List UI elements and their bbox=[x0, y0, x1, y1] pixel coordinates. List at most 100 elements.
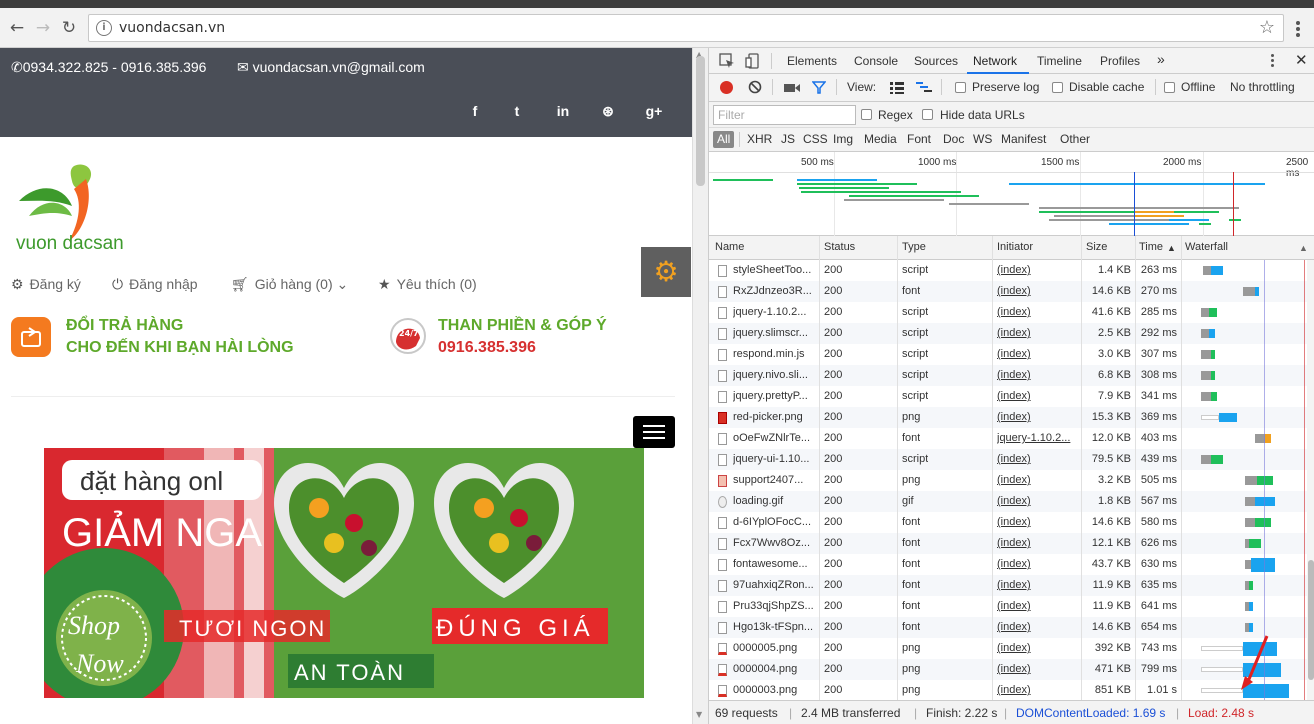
request-name[interactable]: styleSheetToo... bbox=[733, 264, 817, 276]
google-plus-icon[interactable]: g+ bbox=[644, 103, 664, 119]
table-row[interactable]: support2407... 200 png (index) 3.2 KB 505 ms bbox=[709, 470, 1309, 491]
request-name[interactable]: fontawesome... bbox=[733, 558, 817, 570]
table-row[interactable]: 0000005.png 200 png (index) 392 KB 743 ms bbox=[709, 638, 1309, 659]
filter-input[interactable]: Filter bbox=[713, 105, 856, 125]
large-rows-icon[interactable] bbox=[890, 82, 904, 94]
bookmark-star-icon[interactable]: ☆ bbox=[1259, 17, 1275, 38]
request-initiator[interactable]: (index) bbox=[997, 411, 1077, 423]
device-mode-icon[interactable] bbox=[745, 53, 761, 69]
table-row[interactable]: loading.gif 200 gif (index) 1.8 KB 567 ms bbox=[709, 491, 1309, 512]
tab-network[interactable]: Network bbox=[973, 54, 1017, 68]
request-name[interactable]: 0000003.png bbox=[733, 684, 817, 696]
info-icon[interactable]: i bbox=[96, 20, 112, 36]
scroll-down-icon[interactable]: ▼ bbox=[696, 710, 702, 719]
back-icon[interactable]: ← bbox=[6, 17, 28, 39]
request-name[interactable]: red-picker.png bbox=[733, 411, 817, 423]
request-initiator[interactable]: (index) bbox=[997, 390, 1077, 402]
hide-data-urls-label[interactable]: Hide data URLs bbox=[940, 108, 1025, 122]
request-initiator[interactable]: (index) bbox=[997, 642, 1077, 654]
request-name[interactable]: RxZJdnzeo3R... bbox=[733, 285, 817, 297]
request-initiator[interactable]: (index) bbox=[997, 621, 1077, 633]
filter-type-manifest[interactable]: Manifest bbox=[1001, 132, 1046, 146]
request-name[interactable]: 0000004.png bbox=[733, 663, 817, 675]
request-name[interactable]: jquery-ui-1.10... bbox=[733, 453, 817, 465]
request-name[interactable]: 97uahxiqZRon... bbox=[733, 579, 817, 591]
tab-profiles[interactable]: Profiles bbox=[1100, 54, 1140, 68]
request-initiator[interactable]: (index) bbox=[997, 453, 1077, 465]
table-row[interactable]: RxZJdnzeo3R... 200 font (index) 14.6 KB 270 m… bbox=[709, 281, 1309, 302]
browser-menu-icon[interactable] bbox=[1291, 20, 1305, 38]
filter-type-other[interactable]: Other bbox=[1060, 132, 1090, 146]
table-row[interactable]: red-picker.png 200 png (index) 15.3 KB 369 ms bbox=[709, 407, 1309, 428]
nav-cart[interactable]: 🛒︎ Giỏ hàng (0) ⌄ bbox=[231, 276, 348, 293]
overview-waterfall-icon[interactable] bbox=[916, 82, 932, 94]
nav-login[interactable]: ⏻ Đăng nhập bbox=[112, 276, 198, 293]
settings-gear-icon[interactable]: ⚙ bbox=[641, 247, 691, 297]
request-initiator[interactable]: (index) bbox=[997, 558, 1077, 570]
record-icon[interactable] bbox=[720, 81, 733, 94]
table-row[interactable]: fontawesome... 200 font (index) 43.7 KB 630 m… bbox=[709, 554, 1309, 575]
address-bar[interactable]: i vuondacsan.vn ☆ bbox=[88, 14, 1284, 42]
request-name[interactable]: 0000005.png bbox=[733, 642, 817, 654]
request-initiator[interactable]: (index) bbox=[997, 495, 1077, 507]
request-name[interactable]: jquery-1.10.2... bbox=[733, 306, 817, 318]
tab-sources[interactable]: Sources bbox=[914, 54, 958, 68]
header-email[interactable]: ✉ vuondacsan.vn@gmail.com bbox=[237, 59, 425, 76]
network-overview[interactable]: 500 ms 1000 ms 1500 ms 2000 ms 2500 ms bbox=[709, 152, 1314, 236]
request-name[interactable]: Pru33qjShpZS... bbox=[733, 600, 817, 612]
nav-wishlist[interactable]: ★ Yêu thích (0) bbox=[378, 276, 477, 293]
table-row[interactable]: respond.min.js 200 script (index) 3.0 KB 307 … bbox=[709, 344, 1309, 365]
col-initiator[interactable]: Initiator bbox=[997, 241, 1033, 253]
throttling-select[interactable]: No throttling bbox=[1230, 80, 1295, 94]
table-row[interactable]: jquery-1.10.2... 200 script (index) 41.6 KB 2… bbox=[709, 302, 1309, 323]
logo-leaf-icon[interactable] bbox=[14, 161, 104, 243]
table-row[interactable]: 0000004.png 200 png (index) 471 KB 799 ms bbox=[709, 659, 1309, 680]
filter-type-media[interactable]: Media bbox=[864, 132, 897, 146]
capture-screenshots-icon[interactable] bbox=[784, 82, 800, 94]
dribbble-icon[interactable]: ⊛ bbox=[598, 103, 618, 120]
request-initiator[interactable]: (index) bbox=[997, 516, 1077, 528]
filter-type-font[interactable]: Font bbox=[907, 132, 931, 146]
promo-banner[interactable]: đặt hàng onl GIẢM NGA Shop Now TƯƠI NGON… bbox=[44, 448, 644, 698]
offline-label[interactable]: Offline bbox=[1181, 80, 1215, 94]
request-initiator[interactable]: (index) bbox=[997, 579, 1077, 591]
col-size[interactable]: Size bbox=[1086, 241, 1107, 253]
request-name[interactable]: support2407... bbox=[733, 474, 817, 486]
logo-text[interactable]: vuon dacsan bbox=[16, 233, 124, 255]
table-row[interactable]: jquery.nivo.sli... 200 script (index) 6.8 KB… bbox=[709, 365, 1309, 386]
filter-type-js[interactable]: JS bbox=[781, 132, 795, 146]
regex-checkbox[interactable] bbox=[861, 109, 872, 120]
request-name[interactable]: jquery.nivo.sli... bbox=[733, 369, 817, 381]
requests-scrollbar-thumb[interactable] bbox=[1308, 560, 1314, 680]
request-name[interactable]: Fcx7Wwv8Oz... bbox=[733, 537, 817, 549]
nav-register[interactable]: ⚙ Đăng ký bbox=[11, 276, 81, 293]
table-row[interactable]: Pru33qjShpZS... 200 font (index) 11.9 KB 641 … bbox=[709, 596, 1309, 617]
table-row[interactable]: d-6IYplOFocC... 200 font (index) 14.6 KB 580 … bbox=[709, 512, 1309, 533]
hide-data-urls-checkbox[interactable] bbox=[922, 109, 933, 120]
table-row[interactable]: oOeFwZNlrTe... 200 font jquery-1.10.2... 12.… bbox=[709, 428, 1309, 449]
request-name[interactable]: oOeFwZNlrTe... bbox=[733, 432, 817, 444]
tab-timeline[interactable]: Timeline bbox=[1037, 54, 1082, 68]
preserve-log-label[interactable]: Preserve log bbox=[972, 80, 1039, 94]
forward-icon[interactable]: → bbox=[32, 17, 54, 39]
col-type[interactable]: Type bbox=[902, 241, 926, 253]
filter-type-all[interactable]: All bbox=[713, 131, 735, 148]
disable-cache-checkbox[interactable] bbox=[1052, 82, 1063, 93]
tab-elements[interactable]: Elements bbox=[787, 54, 837, 68]
request-initiator[interactable]: jquery-1.10.2... bbox=[997, 432, 1077, 444]
filter-type-xhr[interactable]: XHR bbox=[747, 132, 772, 146]
request-name[interactable]: Hgo13k-tFSpn... bbox=[733, 621, 817, 633]
request-initiator[interactable]: (index) bbox=[997, 264, 1077, 276]
request-initiator[interactable]: (index) bbox=[997, 684, 1077, 696]
table-row[interactable]: Hgo13k-tFSpn... 200 font (index) 14.6 KB 654 … bbox=[709, 617, 1309, 638]
devtools-menu-icon[interactable] bbox=[1271, 54, 1275, 68]
facebook-icon[interactable]: f bbox=[465, 103, 485, 119]
table-row[interactable]: 97uahxiqZRon... 200 font (index) 11.9 KB 635 … bbox=[709, 575, 1309, 596]
request-initiator[interactable]: (index) bbox=[997, 348, 1077, 360]
linkedin-icon[interactable]: in bbox=[553, 103, 573, 119]
close-devtools-icon[interactable]: ✕ bbox=[1295, 51, 1308, 69]
twitter-icon[interactable]: t bbox=[507, 103, 527, 119]
request-name[interactable]: d-6IYplOFocC... bbox=[733, 516, 817, 528]
table-row[interactable]: jquery.prettyP... 200 script (index) 7.9 KB 3… bbox=[709, 386, 1309, 407]
table-row[interactable]: jquery.slimscr... 200 script (index) 2.5 KB 2… bbox=[709, 323, 1309, 344]
